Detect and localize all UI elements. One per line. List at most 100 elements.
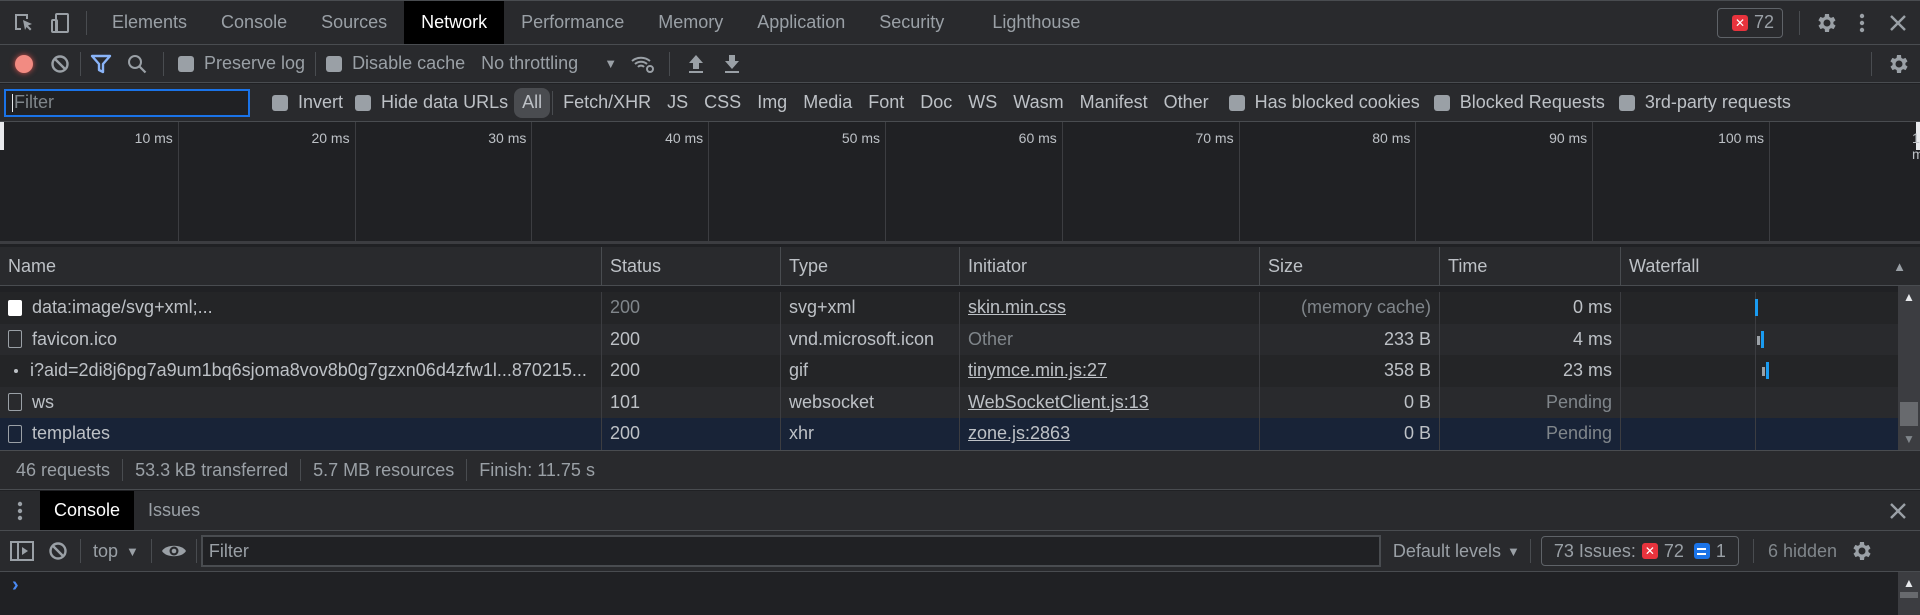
cell-initiator[interactable]: tinymce.min.js:27 (960, 355, 1260, 387)
console-scrollbar[interactable]: ▲ (1898, 572, 1920, 615)
scroll-up-arrow-icon[interactable]: ▲ (1898, 290, 1920, 304)
tab-sources[interactable]: Sources (304, 1, 404, 44)
table-row[interactable]: data:image/svg+xml;... 200 svg+xml skin.min… (0, 292, 1898, 324)
column-header-name[interactable]: Name (0, 247, 602, 285)
tab-memory[interactable]: Memory (641, 1, 740, 44)
disable-cache-checkbox[interactable]: Disable cache (326, 53, 465, 74)
overview-left-handle[interactable] (0, 122, 4, 150)
more-options-icon[interactable] (1844, 5, 1880, 41)
initiator-link[interactable]: WebSocketClient.js:13 (968, 392, 1149, 413)
console-filter-input[interactable]: Filter (200, 535, 1381, 567)
table-scrollbar[interactable]: ▲ ▼ (1898, 286, 1920, 450)
third-party-checkbox[interactable]: 3rd-party requests (1618, 92, 1791, 113)
network-settings-gear-icon[interactable] (1880, 46, 1916, 82)
type-filter-all[interactable]: All (514, 87, 551, 118)
cell-initiator[interactable]: WebSocketClient.js:13 (960, 386, 1260, 418)
has-blocked-cookies-checkbox[interactable]: Has blocked cookies (1228, 92, 1420, 113)
scrollbar-thumb[interactable] (1900, 402, 1918, 426)
cell-time: 23 ms (1440, 355, 1621, 387)
table-row[interactable]: ws 101 websocket WebSocketClient.js:13 0 B Pe… (0, 386, 1898, 418)
log-levels-select[interactable]: Default levels ▼ (1393, 541, 1520, 562)
clear-button[interactable] (42, 46, 78, 82)
drawer-tab-issues[interactable]: Issues (134, 491, 214, 530)
type-filter-font[interactable]: Font (860, 88, 912, 118)
tab-network[interactable]: Network (404, 1, 505, 44)
tab-lighthouse[interactable]: Lighthouse (975, 1, 1097, 44)
close-devtools-icon[interactable] (1880, 5, 1916, 41)
type-filter-wasm[interactable]: Wasm (1005, 88, 1071, 118)
tab-application[interactable]: Application (740, 1, 862, 44)
filter-input[interactable]: Filter (4, 88, 250, 117)
import-har-icon[interactable] (678, 46, 714, 82)
filter-toggle-button[interactable] (83, 46, 119, 82)
drawer-menu-icon[interactable] (0, 493, 40, 529)
checkbox-box[interactable] (355, 94, 372, 111)
column-header-waterfall[interactable]: Waterfall ▲ (1621, 247, 1920, 285)
tab-elements[interactable]: Elements (95, 1, 204, 44)
inspect-element-icon[interactable] (6, 5, 42, 41)
column-header-status[interactable]: Status (602, 247, 781, 285)
checkbox-box[interactable] (1618, 94, 1635, 111)
table-row[interactable]: i?aid=2di8j6pg7a9um1bq6sjoma8vov8b0g7gzx… (0, 355, 1898, 387)
blocked-requests-checkbox[interactable]: Blocked Requests (1433, 92, 1605, 113)
tab-console[interactable]: Console (204, 1, 304, 44)
checkbox-box[interactable] (178, 55, 194, 72)
close-drawer-icon[interactable] (1880, 493, 1916, 529)
show-console-sidebar-icon[interactable] (4, 533, 40, 569)
type-filter-fetch-xhr[interactable]: Fetch/XHR (555, 88, 659, 118)
hide-data-urls-checkbox[interactable]: Hide data URLs (355, 92, 508, 113)
console-settings-gear-icon[interactable] (1843, 533, 1879, 569)
type-filter-js[interactable]: JS (659, 88, 696, 118)
cell-initiator[interactable]: zone.js:2863 (960, 418, 1260, 450)
initiator-link[interactable]: skin.min.css (968, 297, 1066, 318)
type-filter-ws[interactable]: WS (960, 88, 1005, 118)
search-button[interactable] (119, 46, 155, 82)
type-filter-css[interactable]: CSS (696, 88, 749, 118)
preserve-log-checkbox[interactable]: Preserve log (178, 53, 305, 74)
initiator-link[interactable]: tinymce.min.js:27 (968, 360, 1107, 381)
network-overview-timeline[interactable]: 10 ms 20 ms 30 ms 40 ms 50 ms 60 ms 70 ms 80 ms… (0, 122, 1920, 244)
cell-name[interactable]: data:image/svg+xml;... (0, 292, 602, 324)
drawer-tab-console[interactable]: Console (40, 491, 135, 530)
issues-counter-button[interactable]: 73 Issues: ✕ 72 1 (1540, 536, 1739, 566)
live-expression-eye-icon[interactable] (156, 533, 192, 569)
cell-name[interactable]: favicon.ico (0, 323, 602, 355)
checkbox-box[interactable] (1433, 94, 1450, 111)
type-filter-media[interactable]: Media (795, 88, 860, 118)
device-toolbar-icon[interactable] (42, 5, 78, 41)
record-button[interactable] (6, 46, 42, 82)
table-row[interactable]: favicon.ico 200 vnd.microsoft.icon Other 233… (0, 323, 1898, 355)
cell-name[interactable]: ws (0, 386, 602, 418)
network-conditions-icon[interactable] (625, 46, 661, 82)
cell-name[interactable]: i?aid=2di8j6pg7a9um1bq6sjoma8vov8b0g7gzx… (0, 355, 602, 387)
initiator-link[interactable]: zone.js:2863 (968, 423, 1070, 444)
type-filter-img[interactable]: Img (749, 88, 795, 118)
scroll-down-arrow-icon[interactable]: ▼ (1898, 432, 1920, 446)
type-filter-doc[interactable]: Doc (912, 88, 960, 118)
tab-security[interactable]: Security (862, 1, 961, 44)
tab-performance[interactable]: Performance (504, 1, 641, 44)
table-row[interactable]: templates 200 xhr zone.js:2863 0 B Pending (0, 418, 1898, 450)
console-output[interactable]: › ▲ (0, 572, 1920, 615)
column-header-initiator[interactable]: Initiator (960, 247, 1260, 285)
waterfall-divider (1755, 323, 1756, 355)
invert-checkbox[interactable]: Invert (272, 92, 343, 113)
clear-console-icon[interactable] (40, 533, 76, 569)
throttling-select[interactable]: No throttling ▼ (481, 53, 617, 74)
context-selector[interactable]: top ▼ (85, 541, 147, 562)
column-header-size[interactable]: Size (1260, 247, 1440, 285)
settings-gear-icon[interactable] (1808, 5, 1844, 41)
checkbox-box[interactable] (1228, 94, 1245, 111)
cell-initiator[interactable]: skin.min.css (960, 292, 1260, 324)
column-header-type[interactable]: Type (781, 247, 960, 285)
scroll-up-arrow-icon[interactable]: ▲ (1898, 576, 1920, 590)
error-count-button[interactable]: ✕ 72 (1716, 7, 1783, 38)
scrollbar-thumb[interactable] (1900, 592, 1918, 598)
checkbox-box[interactable] (326, 55, 343, 72)
checkbox-box[interactable] (272, 94, 288, 111)
type-filter-manifest[interactable]: Manifest (1072, 88, 1156, 118)
column-header-time[interactable]: Time (1440, 247, 1621, 285)
type-filter-other[interactable]: Other (1156, 88, 1217, 118)
cell-name[interactable]: templates (0, 418, 602, 450)
export-har-icon[interactable] (714, 46, 750, 82)
